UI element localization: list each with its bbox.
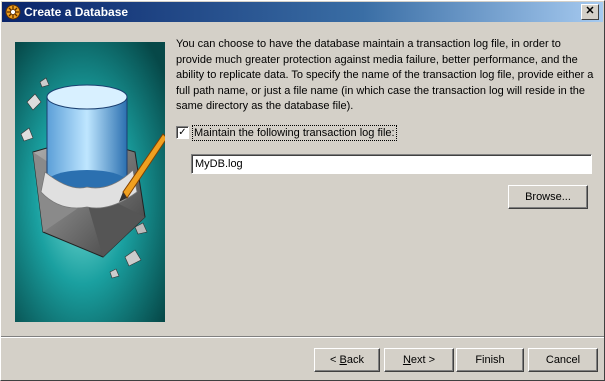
title-bar[interactable]: Create a Database ✕ xyxy=(2,2,603,22)
close-button[interactable]: ✕ xyxy=(581,4,599,20)
finish-button[interactable]: Finish xyxy=(456,348,524,372)
log-file-name-input[interactable] xyxy=(191,154,592,174)
next-label-mnemonic: N xyxy=(402,354,411,366)
transaction-log-description: You can choose to have the database main… xyxy=(176,38,594,112)
database-cylinder-illustration xyxy=(15,42,165,322)
back-label-rest: ack xyxy=(346,354,364,366)
database-wizard-icon xyxy=(5,4,21,20)
back-button[interactable]: < Back xyxy=(314,348,380,372)
create-database-dialog: Create a Database ✕ You can choose to ha… xyxy=(0,0,605,381)
maintain-log-label[interactable]: Maintain the following transaction log f… xyxy=(192,125,397,141)
close-icon: ✕ xyxy=(585,5,595,17)
cancel-button[interactable]: Cancel xyxy=(528,348,598,372)
browse-button[interactable]: Browse... xyxy=(508,185,588,209)
back-label-mnemonic: B xyxy=(339,354,347,366)
window-title: Create a Database xyxy=(24,5,129,19)
footer-separator xyxy=(1,336,604,338)
checkmark-icon: ✓ xyxy=(178,127,187,138)
maintain-log-checkbox[interactable]: ✓ xyxy=(176,126,189,139)
next-button[interactable]: Next > xyxy=(384,348,454,372)
next-label-rest: ext > xyxy=(410,354,436,366)
back-label-prefix: < xyxy=(330,354,340,366)
